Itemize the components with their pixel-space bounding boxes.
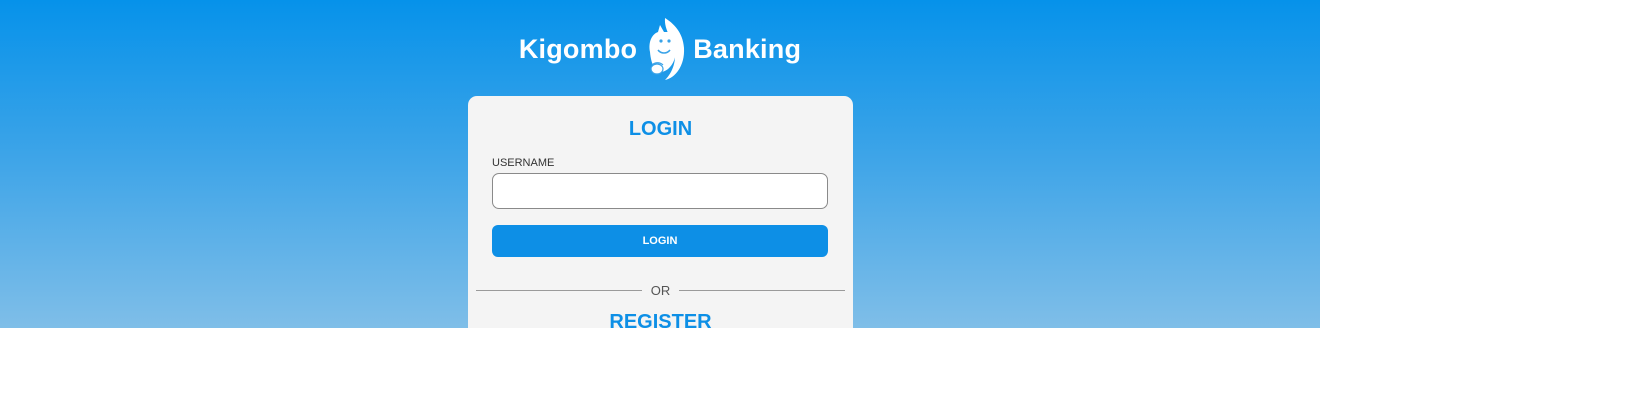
divider-line-left (476, 289, 642, 291)
squirrel-logo-icon (649, 18, 685, 80)
username-label: USERNAME (492, 157, 555, 169)
or-divider: OR (476, 282, 845, 298)
page-background: Kigombo Banking LOGIN USERNAME LOGIN OR (0, 0, 1320, 328)
brand-name-right: Banking (693, 33, 802, 64)
login-card: LOGIN USERNAME LOGIN OR REGISTER (468, 96, 853, 328)
login-title: LOGIN (628, 118, 693, 140)
brand-header: Kigombo Banking (0, 14, 1320, 84)
divider-line-right (679, 289, 845, 291)
register-link[interactable]: REGISTER (468, 311, 853, 328)
divider-text: OR (650, 282, 671, 298)
login-button[interactable]: LOGIN (492, 225, 828, 257)
username-input[interactable] (492, 173, 828, 209)
brand-name-left: Kigombo (518, 33, 638, 64)
